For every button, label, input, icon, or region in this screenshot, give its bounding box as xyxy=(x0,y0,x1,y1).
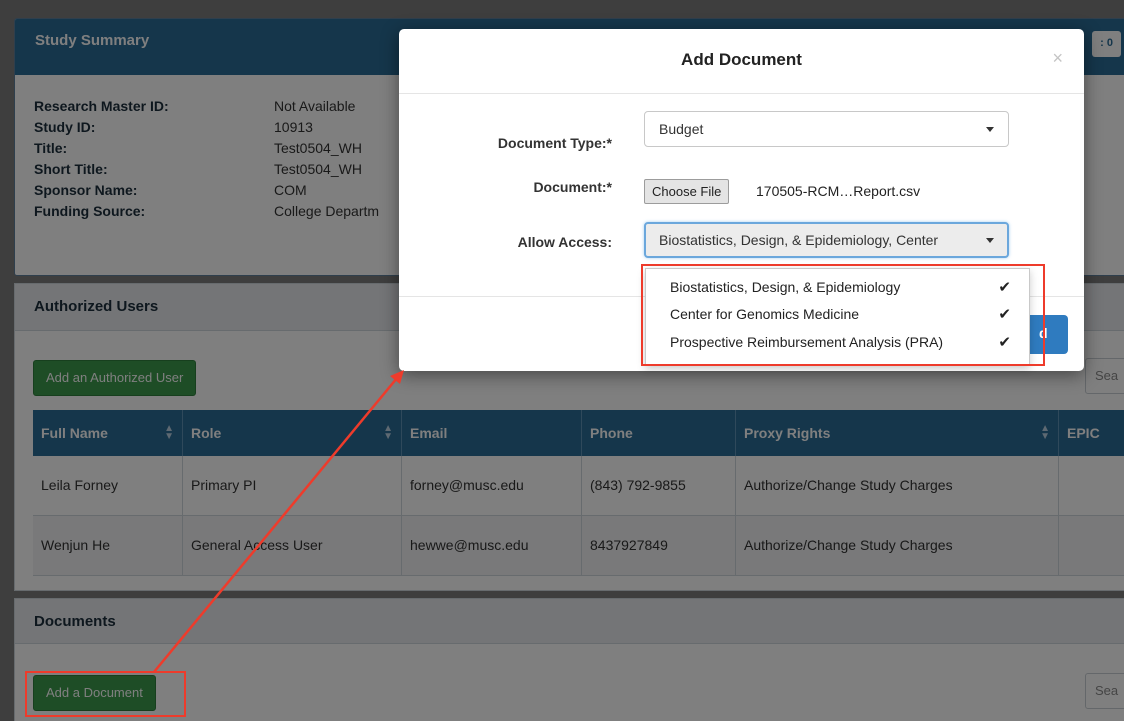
close-icon[interactable]: × xyxy=(1052,48,1063,69)
allow-access-select[interactable]: Biostatistics, Design, & Epidemiology, C… xyxy=(644,222,1009,258)
document-label: Document:* xyxy=(533,179,612,195)
annotation-add-document-box xyxy=(25,671,186,717)
annotation-dropdown-box xyxy=(641,264,1045,366)
modal-divider xyxy=(399,93,1084,94)
modal-title: Add Document xyxy=(681,50,802,69)
caret-down-icon xyxy=(986,238,994,243)
allow-access-label: Allow Access: xyxy=(517,234,612,250)
choose-file-button[interactable]: Choose File xyxy=(644,179,730,204)
caret-down-icon xyxy=(986,127,994,132)
document-type-value: Budget xyxy=(659,121,704,137)
allow-access-value: Biostatistics, Design, & Epidemiology, C… xyxy=(659,232,939,248)
document-type-label: Document Type:* xyxy=(497,135,612,151)
selected-file-name: 170505-RCM…Report.csv xyxy=(756,183,921,199)
document-type-select[interactable]: Budget xyxy=(644,111,1009,147)
